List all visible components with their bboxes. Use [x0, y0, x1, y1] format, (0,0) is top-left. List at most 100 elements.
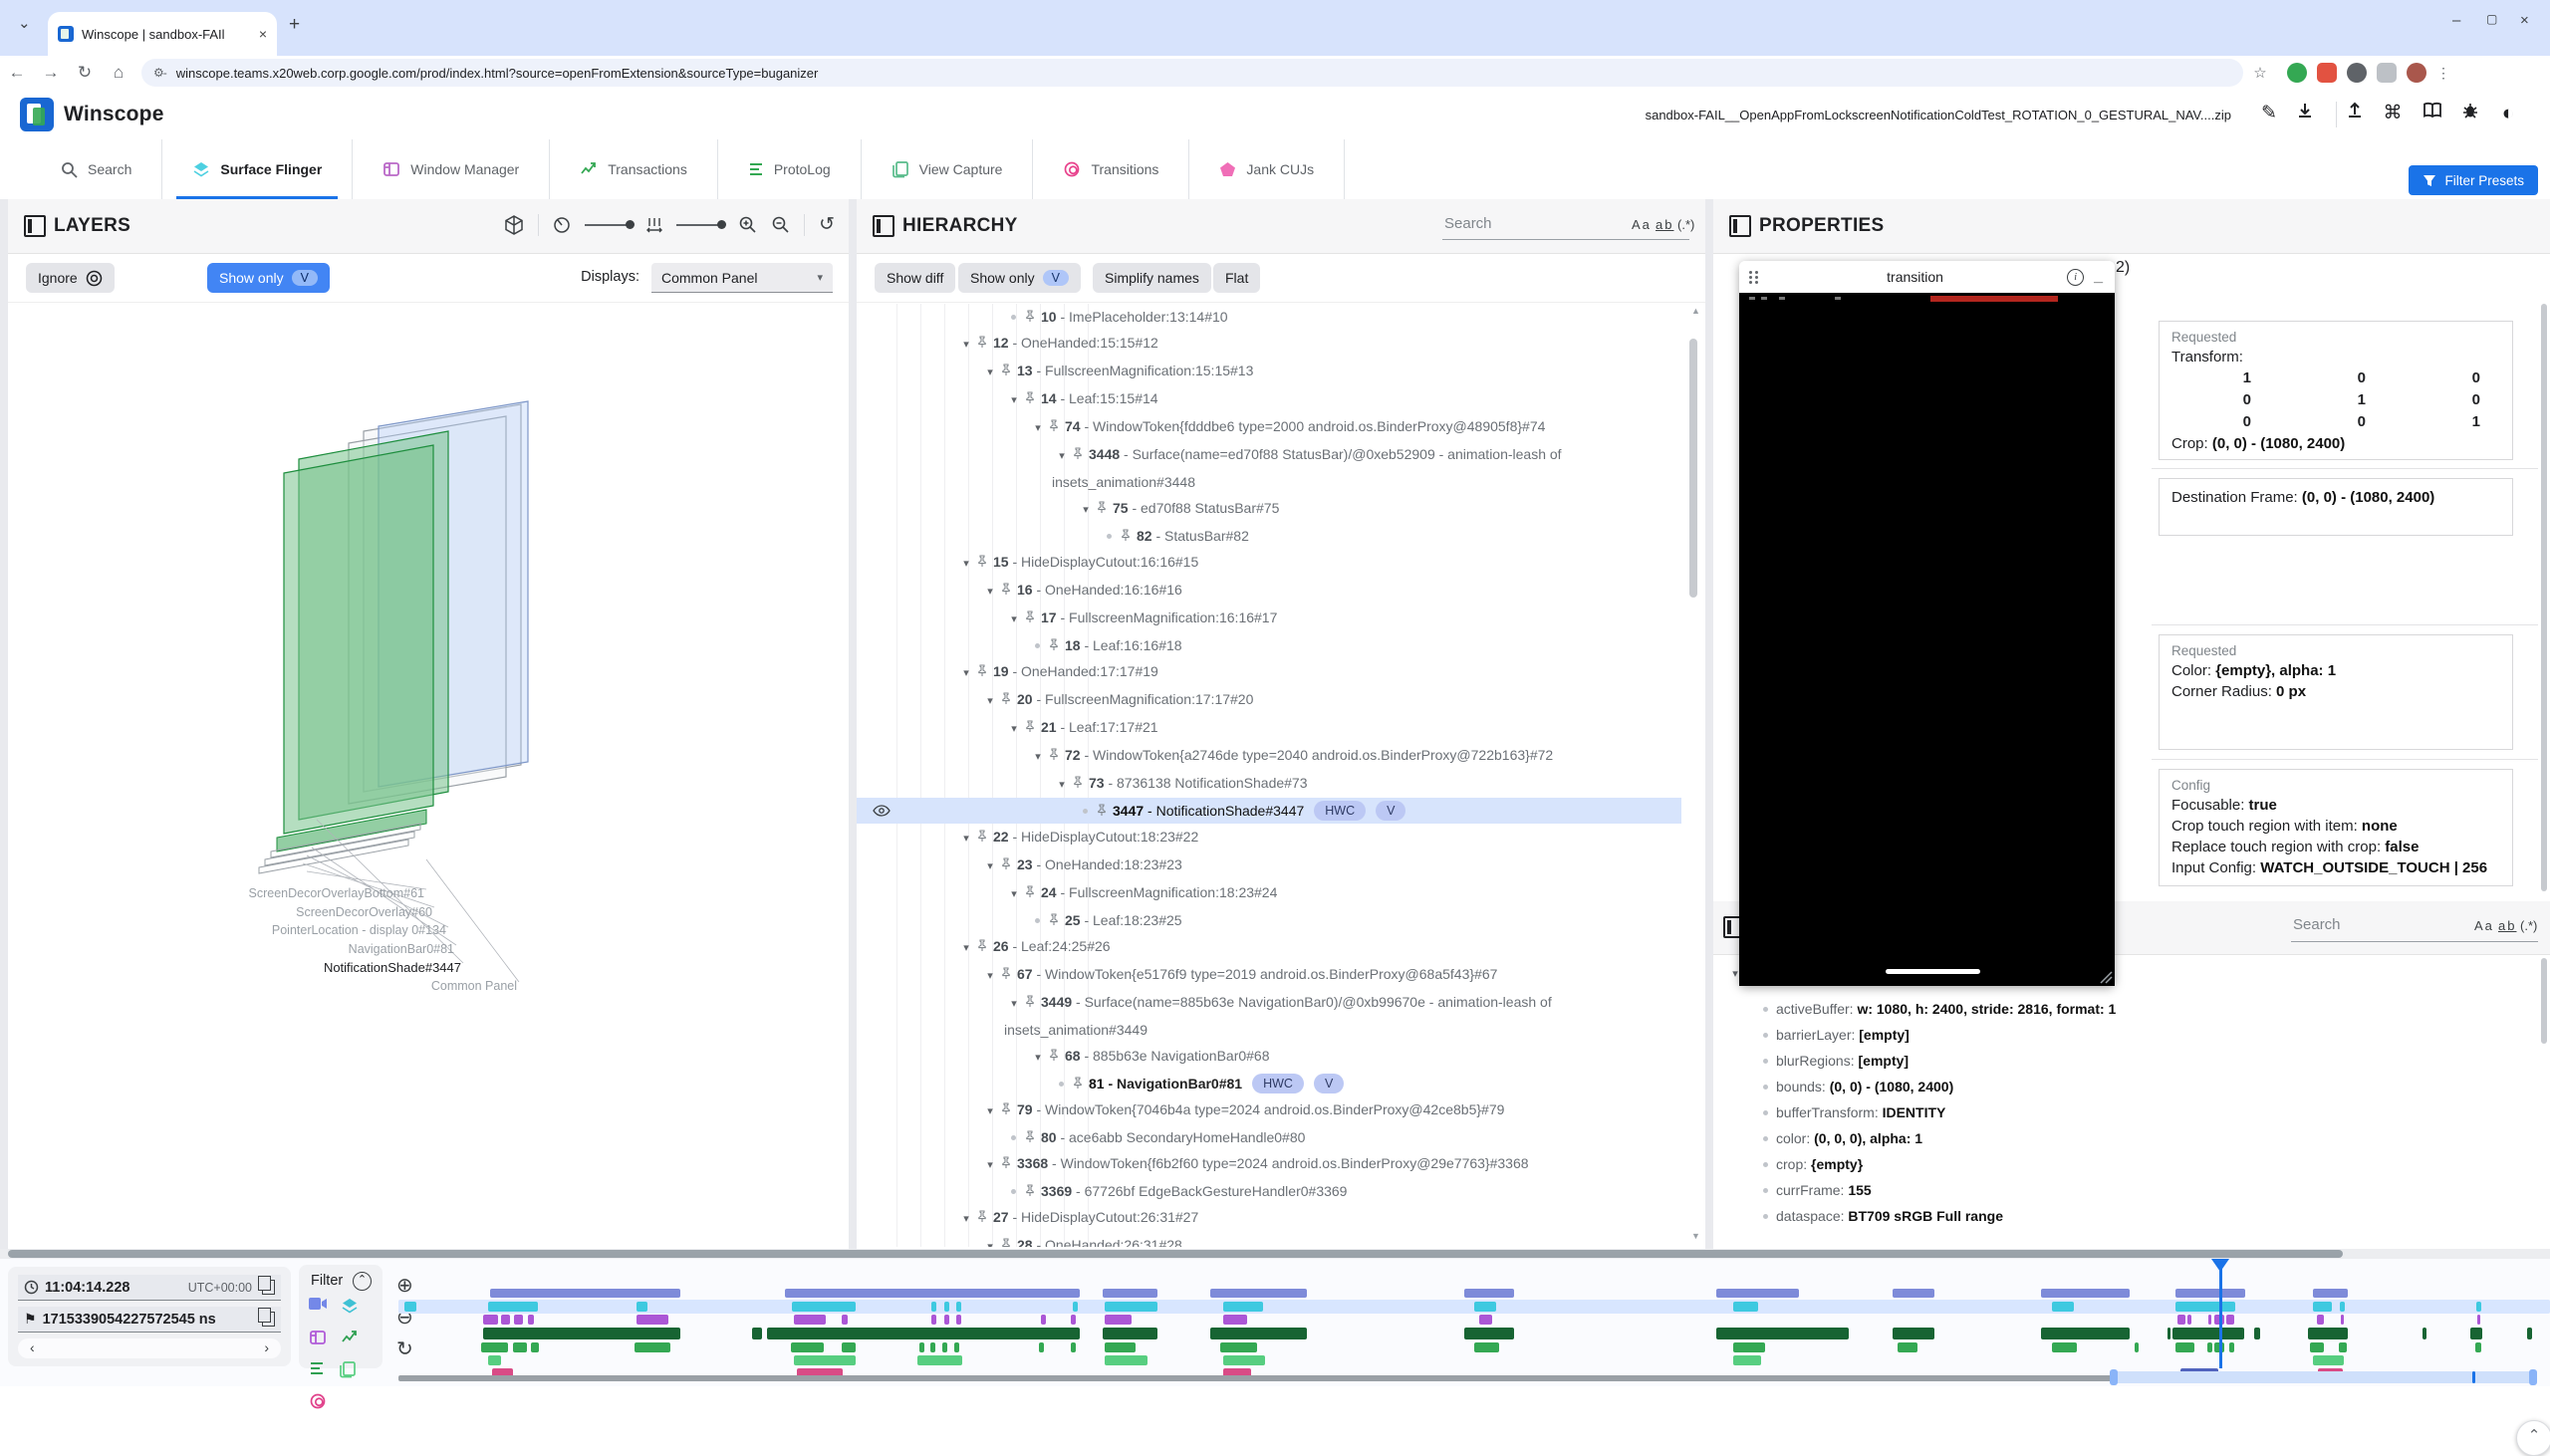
pin-node-icon[interactable] — [1024, 1184, 1036, 1197]
pin-node-icon[interactable] — [976, 830, 988, 843]
tree-node-23[interactable]: ▾23 - OneHanded:18:23#23 — [857, 851, 1681, 879]
minimize-icon[interactable]: _ — [2094, 268, 2103, 286]
regex-icon[interactable]: (.*) — [1677, 217, 1694, 232]
timeline-cursor-handle[interactable] — [2211, 1259, 2229, 1272]
browser-tab[interactable]: Winscope | sandbox-FAIl × — [48, 12, 277, 56]
expand-arrow-icon[interactable]: ▾ — [956, 551, 976, 577]
expand-arrow-icon[interactable]: ▾ — [980, 963, 1000, 989]
pin-node-icon[interactable] — [976, 664, 988, 677]
site-settings-icon[interactable]: ⚙- — [153, 66, 166, 80]
expand-arrow-icon[interactable]: ▾ — [1004, 607, 1024, 632]
pin-node-icon[interactable] — [1120, 529, 1132, 542]
simplify-names-button[interactable]: Simplify names — [1093, 263, 1211, 293]
tree-node-13[interactable]: ▾13 - FullscreenMagnification:15:15#13 — [857, 358, 1681, 385]
layer-label[interactable]: ScreenDecorOverlayBottom#61 — [8, 886, 424, 900]
pin-node-icon[interactable] — [1000, 967, 1012, 980]
expand-arrow-icon[interactable]: ▾ — [1028, 1045, 1048, 1071]
expand-arrow-icon[interactable]: ▾ — [956, 935, 976, 961]
layers-3d-view[interactable] — [8, 302, 849, 1247]
new-tab-button[interactable]: + — [289, 14, 300, 36]
pin-node-icon[interactable] — [1000, 692, 1012, 705]
resize-handle[interactable] — [2099, 970, 2113, 984]
layer-label[interactable]: Common Panel — [8, 979, 517, 993]
tree-node-18[interactable]: 18 - Leaf:16:16#18 — [857, 632, 1681, 658]
expand-arrow-icon[interactable]: ▾ — [1004, 387, 1024, 413]
transition-preview-window[interactable]: transition i _ — [1739, 261, 2115, 986]
layer-label[interactable]: NotificationShade#3447 — [8, 960, 461, 975]
property-item[interactable]: activeBuffer: w: 1080, h: 2400, stride: … — [1713, 996, 2540, 1022]
visibility-eye-icon[interactable] — [873, 805, 891, 817]
tree-node-22[interactable]: ▾22 - HideDisplayCutout:18:23#22 — [857, 824, 1681, 851]
rotation-slider[interactable] — [585, 224, 633, 226]
tree-node-79[interactable]: ▾79 - WindowToken{7046b4a type=2024 andr… — [857, 1096, 1681, 1124]
zoom-in-icon[interactable] — [738, 215, 757, 234]
window-minimize-icon[interactable]: – — [2452, 12, 2460, 29]
pin-node-icon[interactable] — [1024, 885, 1036, 898]
expand-arrow-icon[interactable]: ▾ — [956, 332, 976, 358]
expand-arrow-icon[interactable]: ▾ — [1004, 881, 1024, 907]
pin-node-icon[interactable] — [976, 1210, 988, 1223]
keyboard-shortcuts-icon[interactable]: ⌘ — [2379, 102, 2407, 124]
home-icon[interactable]: ⌂ — [102, 63, 135, 83]
tree-node-74[interactable]: ▾74 - WindowToken{fdddbe6 type=2000 andr… — [857, 413, 1681, 441]
property-item[interactable]: bounds: (0, 0) - (1080, 2400) — [1713, 1074, 2540, 1099]
collapse-panel-icon[interactable] — [873, 215, 894, 237]
property-item[interactable]: color: (0, 0, 0), alpha: 1 — [1713, 1125, 2540, 1151]
trace-tab-protolog[interactable]: ProtoLog — [718, 139, 862, 199]
pin-node-icon[interactable] — [1000, 364, 1012, 376]
expand-arrow-icon[interactable]: ▾ — [956, 1206, 976, 1232]
window-close-icon[interactable]: × — [2520, 12, 2529, 29]
property-item[interactable]: currFrame: 155 — [1713, 1177, 2540, 1203]
download-icon[interactable] — [2291, 102, 2319, 125]
expand-arrow-icon[interactable]: ▾ — [980, 688, 1000, 714]
tree-node-67[interactable]: ▾67 - WindowToken{e5176f9 type=2019 andr… — [857, 961, 1681, 989]
expand-arrow-icon[interactable]: ▾ — [980, 1234, 1000, 1247]
show-only-v-button[interactable]: Show only V — [207, 263, 330, 293]
tree-node-26[interactable]: ▾26 - Leaf:24:25#26 — [857, 933, 1681, 961]
expand-arrow-icon[interactable]: ▾ — [1028, 415, 1048, 441]
expand-arrow-icon[interactable]: ▾ — [980, 1098, 1000, 1124]
pin-node-icon[interactable] — [1024, 1130, 1036, 1143]
expand-arrow-icon[interactable]: ▾ — [1052, 772, 1072, 798]
trace-tab-search[interactable]: Search — [30, 139, 162, 199]
match-case-icon[interactable]: Aa — [2474, 918, 2494, 933]
tree-node-24[interactable]: ▾24 - FullscreenMagnification:18:23#24 — [857, 879, 1681, 907]
tree-node-75[interactable]: ▾75 - ed70f88 StatusBar#75 — [857, 495, 1681, 523]
tree-node-27[interactable]: ▾27 - HideDisplayCutout:26:31#27 — [857, 1204, 1681, 1232]
tree-node-68[interactable]: ▾68 - 885b63e NavigationBar0#68 — [857, 1043, 1681, 1071]
tree-node-20[interactable]: ▾20 - FullscreenMagnification:17:17#20 — [857, 686, 1681, 714]
pin-node-icon[interactable] — [1024, 995, 1036, 1008]
tree-node-82[interactable]: 82 - StatusBar#82 — [857, 523, 1681, 549]
timeline-canvas[interactable] — [0, 1259, 2550, 1386]
tree-node-3448[interactable]: ▾3448 - Surface(name=ed70f88 StatusBar)/… — [857, 441, 1681, 495]
layer-rect-green-2[interactable] — [284, 445, 433, 834]
spacing-slider[interactable] — [676, 224, 724, 226]
pin-node-icon[interactable] — [976, 555, 988, 568]
horizontal-scrollbar-thumb[interactable] — [8, 1250, 2343, 1258]
trace-tab-window-manager[interactable]: Window Manager — [353, 139, 550, 199]
extension-icon-green[interactable] — [2287, 63, 2307, 83]
pin-node-icon[interactable] — [1096, 804, 1108, 817]
property-item[interactable]: bufferTransform: IDENTITY — [1713, 1099, 2540, 1125]
pin-node-icon[interactable] — [1000, 1102, 1012, 1115]
bookmark-star-icon[interactable]: ☆ — [2243, 64, 2277, 82]
match-word-icon[interactable]: ab — [2498, 918, 2516, 933]
pin-node-icon[interactable] — [1000, 1238, 1012, 1247]
expand-arrow-icon[interactable]: ▾ — [1052, 443, 1072, 469]
pin-node-icon[interactable] — [1048, 748, 1060, 761]
reload-icon[interactable]: ↻ — [68, 63, 102, 83]
tree-node-16[interactable]: ▾16 - OneHanded:16:16#16 — [857, 577, 1681, 605]
back-icon[interactable]: ← — [0, 63, 34, 83]
show-diff-button[interactable]: Show diff — [875, 263, 955, 293]
reset-view-icon[interactable]: ↺ — [819, 213, 835, 236]
window-title-bar[interactable]: transition i _ — [1739, 261, 2115, 293]
ignore-button[interactable]: Ignore — [26, 263, 115, 293]
property-item[interactable]: barrierLayer: [empty] — [1713, 1022, 2540, 1048]
pin-node-icon[interactable] — [976, 336, 988, 349]
expand-arrow-icon[interactable]: ▾ — [956, 826, 976, 851]
layer-label[interactable]: ScreenDecorOverlay#60 — [8, 905, 432, 919]
pin-node-icon[interactable] — [1024, 310, 1036, 323]
regex-icon[interactable]: (.*) — [2520, 918, 2537, 933]
pin-node-icon[interactable] — [1000, 1156, 1012, 1169]
rotation-dial-icon[interactable] — [553, 216, 571, 234]
